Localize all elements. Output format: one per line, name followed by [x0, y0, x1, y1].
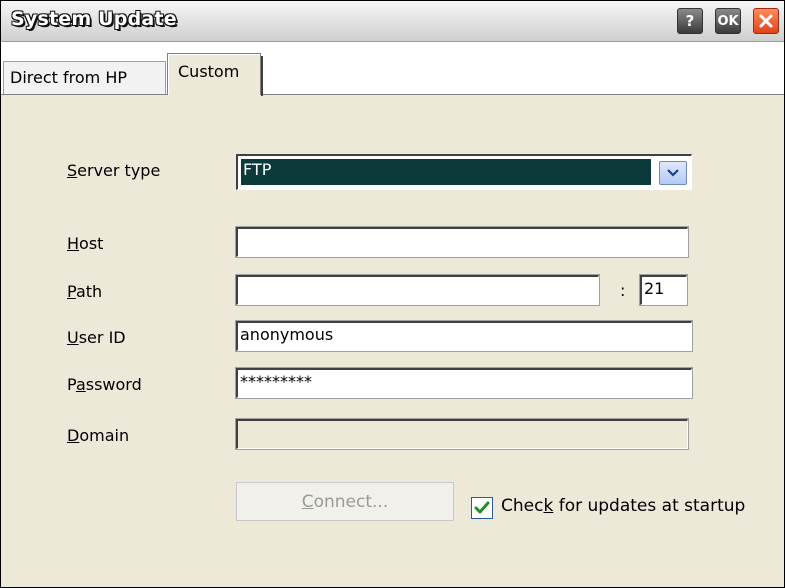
user-id-input[interactable]: anonymous — [235, 320, 693, 352]
domain-label: Domain — [67, 426, 130, 445]
host-input[interactable] — [235, 226, 689, 258]
tab-direct-from-hp[interactable]: Direct from HP — [3, 61, 166, 94]
password-input[interactable]: ********* — [235, 367, 693, 399]
connect-button[interactable]: Connect... — [236, 482, 454, 521]
user-id-label: User ID — [67, 328, 126, 347]
tab-custom[interactable]: Custom — [167, 53, 263, 96]
port-input[interactable]: 21 — [639, 274, 688, 306]
close-x-icon — [759, 14, 773, 28]
server-type-value: FTP — [241, 159, 651, 185]
window-title: System Update — [11, 8, 177, 30]
path-label: Path — [67, 282, 103, 301]
close-button[interactable] — [753, 8, 779, 34]
check-updates-label[interactable]: Check for updates at startup — [501, 496, 745, 516]
dropdown-button[interactable] — [659, 161, 687, 185]
path-input[interactable] — [235, 274, 600, 306]
ok-button[interactable]: OK — [715, 8, 741, 34]
host-label: Host — [67, 234, 104, 253]
help-button[interactable]: ? — [677, 8, 703, 34]
server-type-label: Server type — [67, 161, 161, 180]
checkmark-icon — [474, 501, 490, 514]
domain-input — [235, 418, 689, 450]
chevron-down-icon — [667, 169, 679, 177]
check-updates-checkbox[interactable] — [471, 497, 493, 519]
question-mark-icon: ? — [685, 12, 695, 30]
port-separator: : — [620, 281, 626, 300]
title-bar: System Update ? OK — [1, 1, 784, 42]
server-type-select[interactable]: FTP — [236, 154, 692, 190]
system-update-window: System Update ? OK Direct from HP Custom… — [0, 0, 785, 588]
ok-button-label: OK — [717, 13, 739, 29]
password-label: Password — [67, 375, 142, 394]
